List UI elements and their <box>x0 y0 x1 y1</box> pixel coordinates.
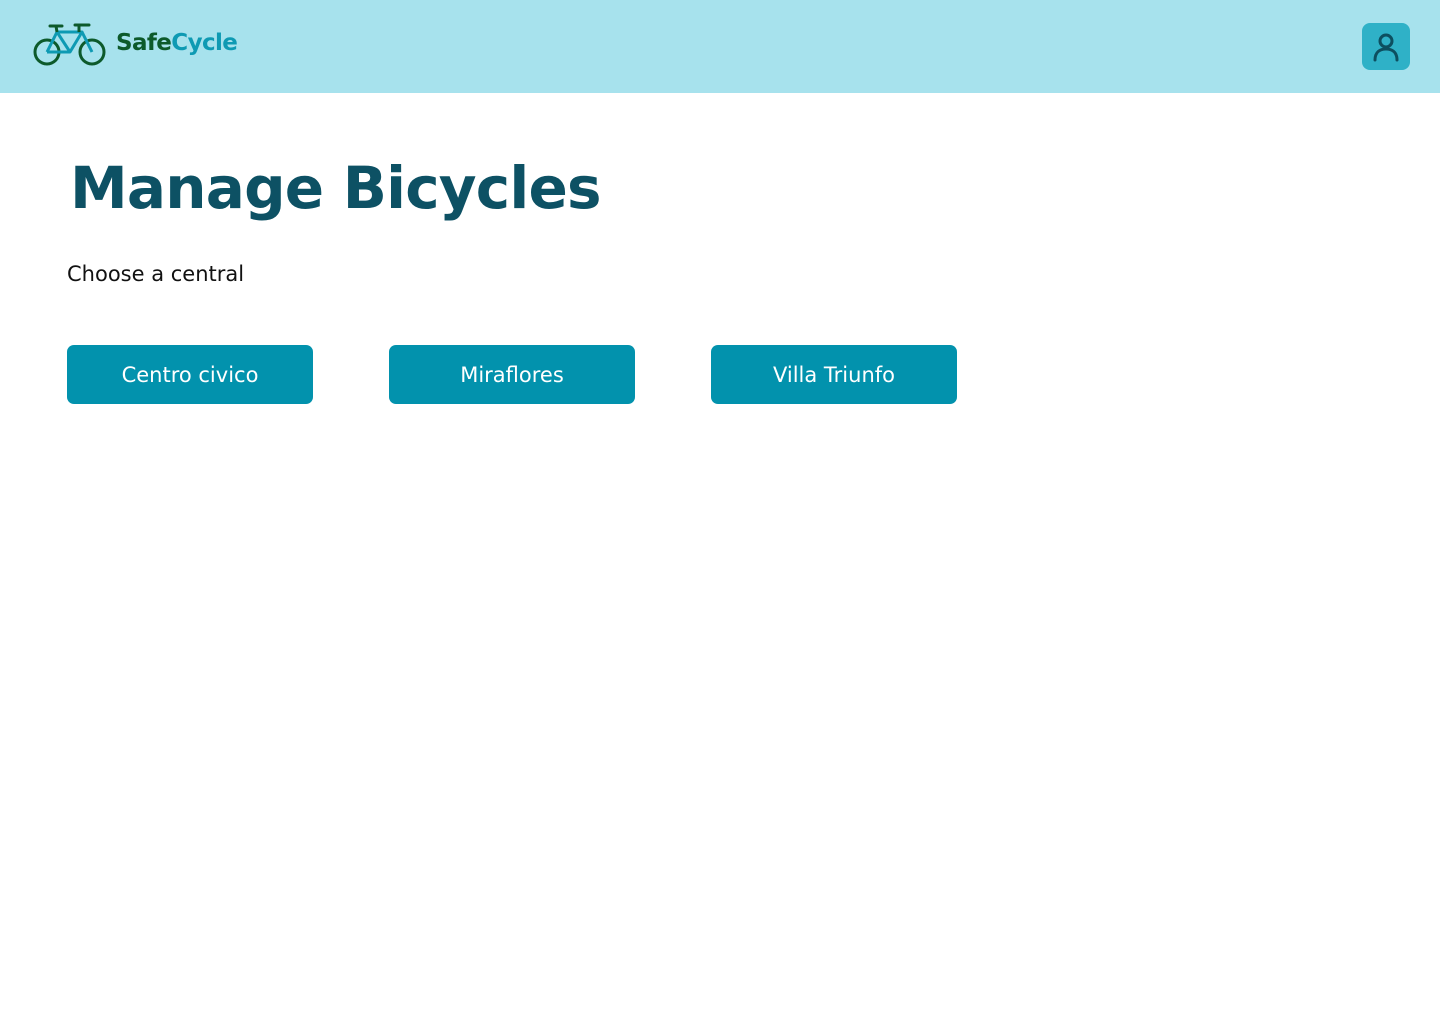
logo-text-cycle: Cycle <box>171 29 238 56</box>
central-button-miraflores[interactable]: Miraflores <box>389 345 635 404</box>
page-title: Manage Bicycles <box>70 154 602 222</box>
central-button-villa-triunfo[interactable]: Villa Triunfo <box>711 345 957 404</box>
user-icon <box>1373 33 1399 61</box>
safecycle-logo[interactable]: SafeCycle <box>33 22 238 68</box>
central-buttons: Centro civico Miraflores Villa Triunfo <box>67 345 957 404</box>
bicycle-icon <box>33 23 106 66</box>
central-button-centro-civico[interactable]: Centro civico <box>67 345 313 404</box>
logo-text-safe: Safe <box>116 29 172 56</box>
central-subtitle: Choose a central <box>67 262 245 286</box>
top-header: SafeCycle <box>0 0 1440 93</box>
profile-button[interactable] <box>1362 23 1410 70</box>
logo-text: SafeCycle <box>116 29 238 56</box>
